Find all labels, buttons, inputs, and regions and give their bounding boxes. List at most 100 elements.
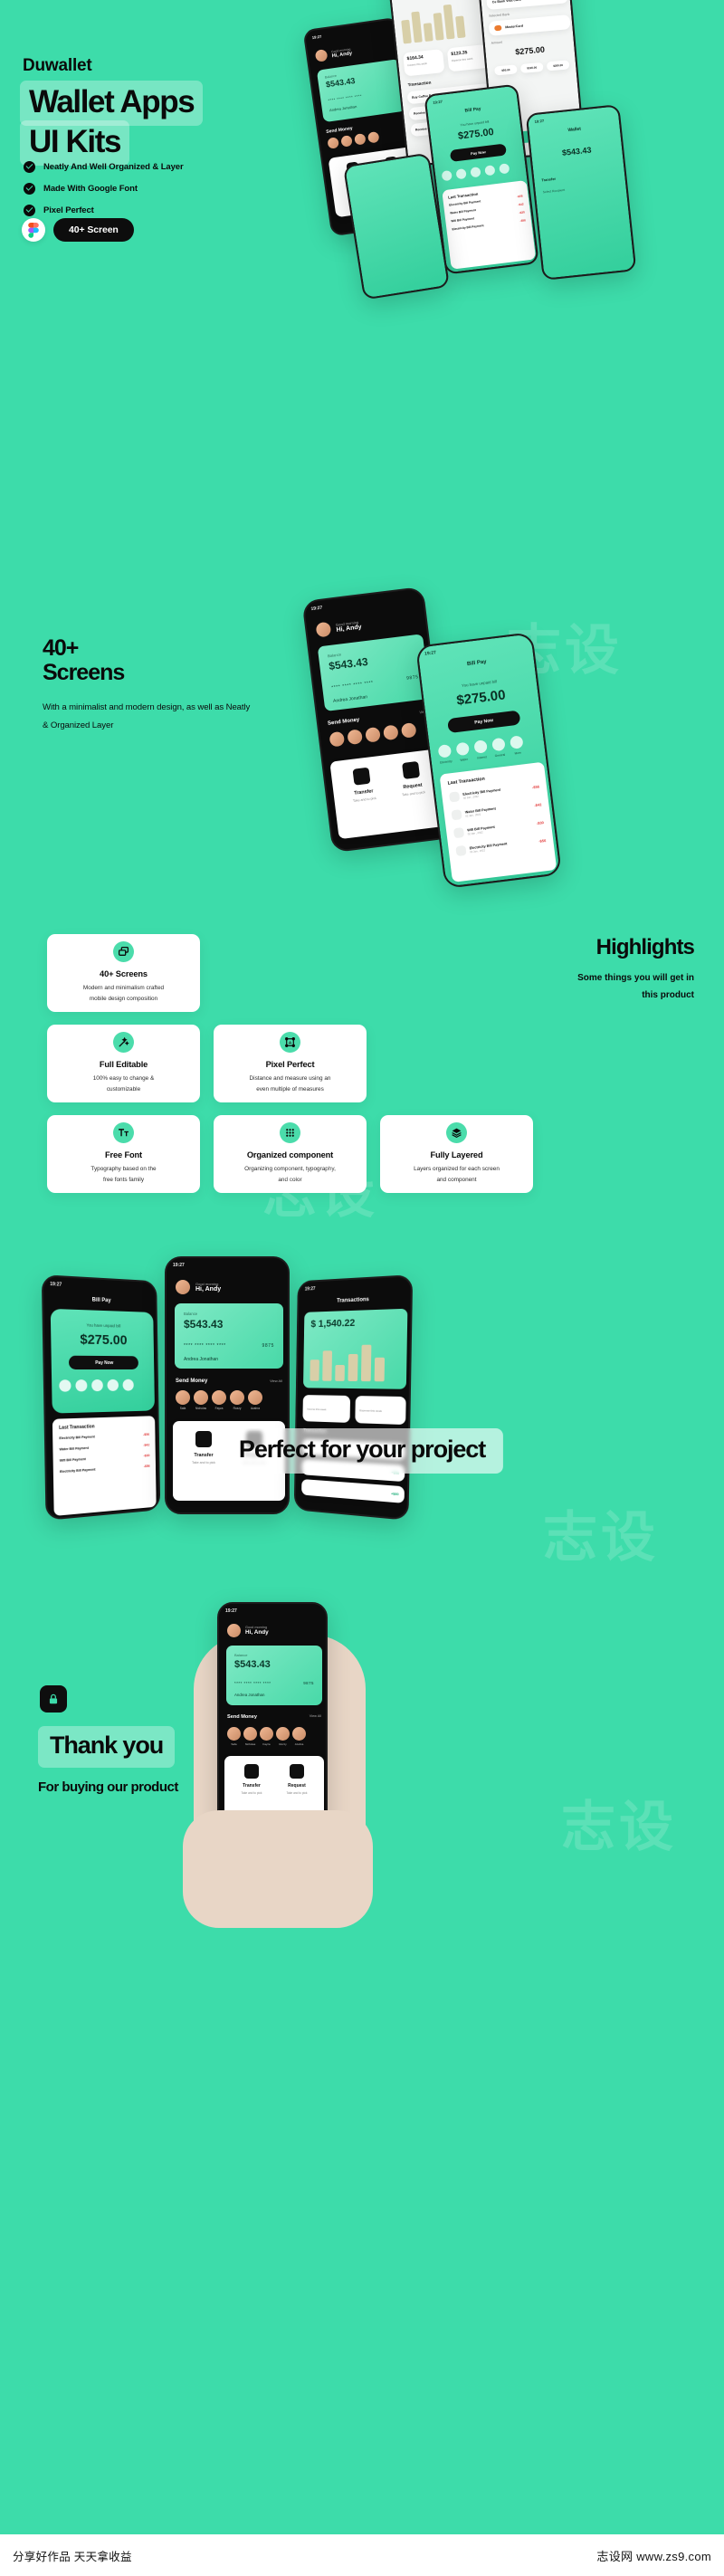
category-icon[interactable]: [510, 735, 524, 749]
highlight-card[interactable]: 40+ Screens Modern and minimalism crafte…: [47, 934, 200, 1012]
transfer-icon[interactable]: [244, 1764, 259, 1779]
category-icon[interactable]: [455, 741, 471, 757]
balance-label: Balance: [184, 1312, 198, 1316]
highlight-card[interactable]: Free Font Typography based on the free f…: [47, 1115, 200, 1193]
bill-row[interactable]: Wifi Bill Payment 02 Jan , 2022 -$30: [452, 817, 545, 839]
typography-icon: [113, 1122, 134, 1144]
contact-avatar[interactable]: [329, 730, 346, 748]
check-circle-icon: [24, 161, 35, 173]
bill-row[interactable]: Water Bill Payment -$42: [60, 1443, 150, 1451]
bill-row[interactable]: Wifi Bill Payment -$30: [60, 1454, 150, 1463]
card-holder: Andrea Jonathan: [332, 694, 368, 704]
contact-avatar[interactable]: [367, 130, 380, 144]
pay-now-button[interactable]: Pay Now: [447, 710, 521, 734]
category-icon[interactable]: [499, 163, 510, 175]
highlight-card-desc-2: customizable: [106, 1086, 141, 1092]
category-icon[interactable]: [59, 1379, 71, 1392]
bill-amount: -$42: [518, 202, 524, 207]
highlight-card[interactable]: Fully Layered Layers organized for each …: [380, 1115, 533, 1193]
contact-avatar[interactable]: [176, 1390, 190, 1405]
contact-avatar[interactable]: [347, 729, 364, 746]
request-icon[interactable]: [290, 1764, 304, 1779]
amount-value: $275.00: [514, 44, 546, 57]
screens-description: With a minimalist and modern design, as …: [43, 702, 251, 730]
bill-row[interactable]: Electricity Bill Payment 02 Jan , 2022 -…: [455, 835, 547, 857]
contact-avatar[interactable]: [340, 135, 353, 148]
stat-label: Expense this week: [359, 1408, 383, 1413]
view-all-link[interactable]: View All: [270, 1379, 282, 1384]
avatar: [227, 1624, 241, 1637]
bill-row[interactable]: Electricity Bill Payment -$56: [60, 1465, 150, 1474]
contact-avatar[interactable]: [382, 724, 399, 741]
pay-now-button[interactable]: Pay Now: [68, 1355, 138, 1370]
transactions-title: Transactions: [337, 1297, 369, 1304]
contact-avatar[interactable]: [243, 1727, 257, 1741]
selected-card-row[interactable]: Ce Bank Visa Card: [486, 0, 569, 10]
screens-heading-line2: Screens: [43, 659, 125, 685]
card-name: Ce Bank Visa Card: [491, 0, 521, 5]
thank-you-box: Thank you: [38, 1726, 176, 1768]
bill-row[interactable]: Electricity Bill Payment -$56: [59, 1433, 149, 1440]
send-money-label: Send Money: [327, 717, 360, 727]
wallet-title: Wallet: [567, 126, 582, 134]
greeting: Hi, Andy: [245, 1629, 269, 1636]
category-icon[interactable]: [470, 167, 481, 178]
transaction-row[interactable]: Receive From Advance +$80: [301, 1479, 405, 1503]
category-icon[interactable]: [441, 170, 452, 182]
highlight-card-desc-2: and component: [436, 1177, 477, 1183]
category-icon[interactable]: [75, 1379, 88, 1392]
category-icon[interactable]: [107, 1379, 119, 1391]
contact-avatar[interactable]: [327, 137, 339, 149]
transfer-label: Transfer: [194, 1453, 214, 1458]
category-icon[interactable]: [437, 744, 452, 758]
category-icon[interactable]: [122, 1379, 134, 1391]
highlight-card[interactable]: Full Editable 100% easy to change & cust…: [47, 1025, 200, 1102]
contact-avatar[interactable]: [292, 1727, 306, 1741]
quick-amount-chip[interactable]: $200.00: [546, 60, 570, 72]
transfer-icon[interactable]: [352, 767, 371, 786]
request-icon[interactable]: [401, 760, 420, 780]
last-transaction-label: Last Transaction: [59, 1424, 95, 1431]
contact-avatar[interactable]: [260, 1727, 273, 1741]
bill-row[interactable]: Electricity Bill Payment 02 Jan , 2022 -…: [449, 781, 540, 803]
last-transaction-panel: Last Transaction Electricity Bill Paymen…: [439, 761, 557, 883]
hero-title-line1: Wallet Apps: [29, 84, 195, 119]
screens-count-button[interactable]: 40+ Screen: [53, 218, 134, 242]
status-bar-time: 19:27: [534, 118, 545, 124]
pay-now-button[interactable]: Pay Now: [449, 143, 507, 162]
contact-avatar[interactable]: [400, 722, 417, 739]
contact-avatar[interactable]: [212, 1390, 226, 1405]
quick-amount-chip[interactable]: $50.00: [493, 64, 518, 76]
category-icon[interactable]: [91, 1379, 103, 1392]
balance-card: Balance $543.43 **** **** **** **** Andr…: [316, 58, 407, 123]
category-icon[interactable]: [484, 165, 496, 177]
selected-bank-row[interactable]: MasterCard: [488, 14, 571, 36]
contact-avatar[interactable]: [276, 1727, 290, 1741]
magic-wand-icon: [113, 1032, 134, 1054]
balance-label: Balance: [234, 1653, 248, 1657]
highlights-header: Highlights Some things you will get in t…: [423, 935, 695, 1004]
bill-name: Electricity Bill Payment: [452, 224, 484, 232]
billpay-title: Bill Pay: [466, 659, 487, 668]
highlight-card[interactable]: A Pixel Perfect Distance and measure usi…: [214, 1025, 367, 1102]
project-showcase-section: 19:27 Bill Pay You have unpaid bill $275…: [0, 1222, 724, 1575]
category-icon[interactable]: [473, 739, 488, 754]
contact-avatar[interactable]: [354, 133, 367, 146]
contact-avatar[interactable]: [194, 1390, 208, 1405]
transfer-icon[interactable]: [195, 1431, 212, 1447]
category-icon[interactable]: [455, 168, 467, 180]
greeting-small: Good morning: [195, 1282, 219, 1286]
bill-row[interactable]: Water Bill Payment 02 Jan , 2022 -$42: [451, 799, 542, 821]
category-label: Electricity: [439, 758, 452, 765]
bill-amount: -$56: [531, 784, 540, 790]
highlight-card[interactable]: Organized component Organizing component…: [214, 1115, 367, 1193]
view-all-link[interactable]: View All: [310, 1714, 321, 1720]
status-bar-time: 19:27: [304, 1286, 316, 1293]
contact-avatar[interactable]: [365, 726, 381, 743]
quick-amount-chip[interactable]: $100.00: [519, 62, 544, 73]
contact-avatar[interactable]: [227, 1727, 241, 1741]
contact-avatar[interactable]: [230, 1390, 244, 1405]
hero-badge-row: 40+ Screen: [22, 218, 134, 242]
contact-avatar[interactable]: [248, 1390, 262, 1405]
category-icon[interactable]: [491, 737, 506, 752]
